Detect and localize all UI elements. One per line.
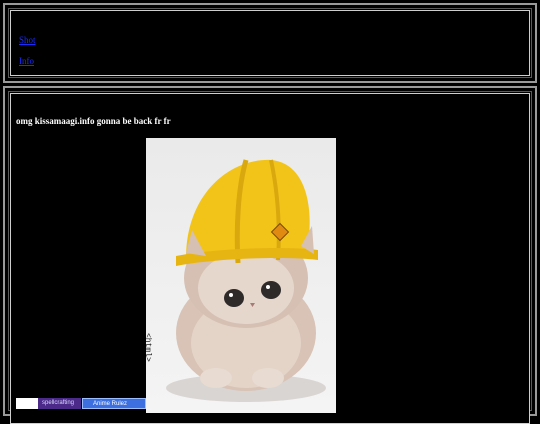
badge-spellcrafting[interactable]: spellcrafting <box>16 398 81 409</box>
kitten-helmet-photo: <html> <box>143 138 336 413</box>
nav-link-shot[interactable]: Shot <box>19 35 36 45</box>
status-message: omg kissamaagi.info gonna be back fr fr <box>16 116 171 126</box>
photo-caption-text: <html> <box>143 333 152 362</box>
badge-anime-rulez[interactable]: Anime Rulez <box>82 398 146 409</box>
kitten-illustration <box>166 159 326 402</box>
nav-panel: Shot Info <box>3 3 537 83</box>
content-panel-inner: omg kissamaagi.info gonna be back fr fr <box>10 93 530 424</box>
content-panel: omg kissamaagi.info gonna be back fr fr <box>3 86 537 424</box>
nav-panel-inner: Shot Info <box>10 10 530 76</box>
nav-link-info[interactable]: Info <box>19 56 34 66</box>
